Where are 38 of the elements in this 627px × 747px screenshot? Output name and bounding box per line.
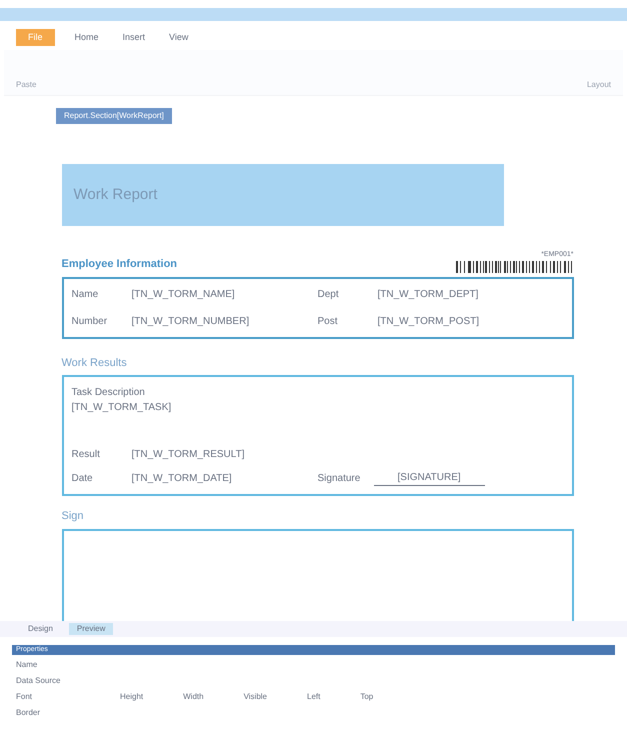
bottom-tab[interactable]: Preview	[68, 623, 114, 636]
field-value: [TN_W_TORM_TASK]	[72, 401, 172, 416]
field-value: [TN_W_TORM_DEPT]	[378, 288, 478, 302]
field-label: Name	[72, 288, 100, 302]
property-name: Data Source	[16, 675, 62, 688]
field-value: [TN_W_TORM_NUMBER]	[132, 314, 250, 329]
field-value: [TN_W_TORM_NAME]	[132, 288, 235, 302]
section-heading: Employee Information	[62, 257, 178, 272]
barcode-icon	[456, 260, 574, 273]
field-label: Signature	[318, 472, 362, 486]
ribbon-label: Layout	[586, 79, 611, 92]
field-label: Post	[318, 314, 339, 329]
property-name: Name	[16, 659, 38, 672]
property-value: Left	[307, 691, 320, 704]
field-label: Result	[72, 448, 101, 462]
section-tab[interactable]: Report.Section[WorkReport]	[56, 108, 172, 124]
property-value: Visible	[244, 691, 267, 704]
field-label: Task Description	[72, 386, 146, 400]
menu-tab[interactable]: View	[165, 30, 192, 44]
field-value: [TN_W_TORM_RESULT]	[132, 448, 244, 462]
bottom-tab[interactable]: Design	[24, 623, 57, 636]
menu-tab[interactable]: Home	[70, 30, 103, 44]
property-value: Height	[120, 691, 144, 704]
report-title: Work Report	[74, 185, 158, 206]
field-label: Dept	[318, 288, 340, 302]
field-label: Date	[72, 472, 94, 486]
field-label: Number	[72, 314, 108, 329]
property-value: Width	[183, 691, 204, 704]
property-name: Font	[16, 691, 34, 704]
signature-line: [SIGNATURE]	[374, 470, 485, 486]
section-heading: Sign	[62, 509, 85, 524]
section-heading: Work Results	[62, 356, 128, 371]
field-value: [TN_W_TORM_POST]	[378, 314, 479, 329]
property-name: Border	[16, 707, 42, 720]
menu-tab[interactable]: Insert	[118, 30, 150, 44]
ribbon-label: Paste	[16, 79, 36, 92]
property-value: Top	[360, 691, 374, 704]
field-value: [TN_W_TORM_DATE]	[132, 472, 232, 486]
